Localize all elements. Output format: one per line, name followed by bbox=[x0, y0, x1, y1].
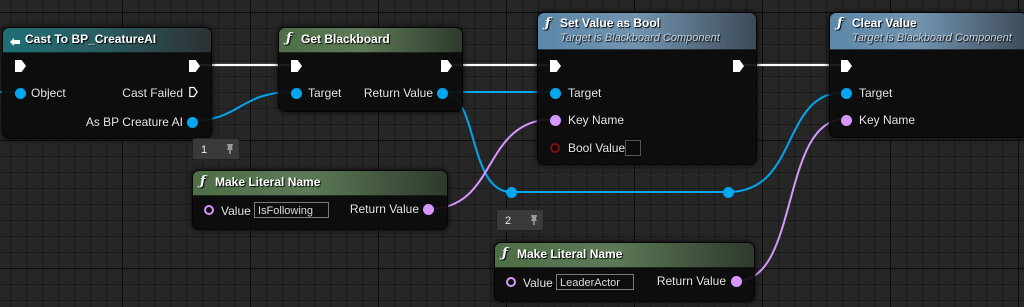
set-value-target-label: Target bbox=[568, 86, 602, 100]
make-literal-name-node-1[interactable]: ƒ Make Literal Name Value IsFollowing Re… bbox=[192, 170, 448, 230]
pin-icon bbox=[531, 215, 537, 225]
make-literal-1-return-label: Return Value bbox=[349, 202, 419, 216]
clear-value-exec-in-pin[interactable] bbox=[841, 60, 852, 72]
set-value-title: Set Value as Bool bbox=[560, 16, 661, 30]
cast-exec-out-pin[interactable] bbox=[189, 60, 200, 72]
make-literal-1-header[interactable]: ƒ Make Literal Name bbox=[193, 171, 447, 196]
cast-object-label: Object bbox=[31, 86, 66, 100]
set-value-bool-checkbox[interactable] bbox=[625, 140, 641, 156]
make-literal-1-value-input[interactable]: IsFollowing bbox=[254, 202, 329, 218]
set-value-header[interactable]: ƒ Set Value as Bool Target is Blackboard… bbox=[538, 13, 756, 50]
function-icon: ƒ bbox=[502, 246, 508, 261]
set-value-key-name-label: Key Name bbox=[568, 113, 625, 127]
clear-value-header[interactable]: ƒ Clear Value Target is Blackboard Compo… bbox=[830, 13, 1024, 50]
function-icon: ƒ bbox=[545, 16, 551, 31]
clear-value-key-name-pin[interactable] bbox=[841, 115, 852, 126]
clear-value-subtitle: Target is Blackboard Component bbox=[852, 32, 1012, 44]
reroute-knot-1[interactable] bbox=[506, 187, 517, 198]
make-literal-1-title: Make Literal Name bbox=[215, 175, 321, 189]
get-blackboard-exec-in-pin[interactable] bbox=[291, 60, 302, 72]
make-literal-1-return-pin[interactable] bbox=[423, 204, 434, 215]
function-icon: ƒ bbox=[837, 16, 843, 31]
set-value-as-bool-node[interactable]: ƒ Set Value as Bool Target is Blackboard… bbox=[537, 12, 757, 165]
cast-exec-in-pin[interactable] bbox=[15, 60, 26, 72]
get-blackboard-exec-out-pin[interactable] bbox=[441, 60, 452, 72]
make-literal-2-value-input[interactable]: LeaderActor bbox=[556, 274, 634, 290]
set-value-exec-in-pin[interactable] bbox=[550, 60, 561, 72]
function-icon: ƒ bbox=[286, 31, 292, 46]
set-value-key-name-pin[interactable] bbox=[550, 115, 561, 126]
clear-value-node[interactable]: ƒ Clear Value Target is Blackboard Compo… bbox=[829, 12, 1024, 138]
cast-icon bbox=[9, 33, 21, 46]
reroute-knot-2[interactable] bbox=[723, 187, 734, 198]
node-comment-badge-1[interactable]: 1 bbox=[192, 138, 240, 160]
set-value-subtitle: Target is Blackboard Component bbox=[560, 32, 720, 44]
clear-value-target-label: Target bbox=[859, 86, 893, 100]
get-blackboard-target-pin[interactable] bbox=[291, 88, 302, 99]
get-blackboard-node[interactable]: ƒ Get Blackboard Target Return Value bbox=[278, 27, 463, 112]
make-literal-2-return-label: Return Value bbox=[656, 274, 726, 288]
cast-as-label: As BP Creature AI bbox=[85, 115, 183, 129]
pin-icon bbox=[227, 144, 233, 154]
make-literal-1-value-pin[interactable] bbox=[204, 205, 214, 215]
cast-failed-pin[interactable] bbox=[189, 86, 198, 98]
cast-to-node-title: Cast To BP_CreatureAI bbox=[25, 32, 157, 46]
cast-to-node[interactable]: Cast To BP_CreatureAI Object Cast Failed… bbox=[2, 27, 212, 139]
cast-object-pin[interactable] bbox=[15, 88, 26, 99]
clear-value-key-name-label: Key Name bbox=[859, 113, 916, 127]
cast-as-pin[interactable] bbox=[187, 117, 198, 128]
get-blackboard-return-pin[interactable] bbox=[437, 88, 448, 99]
comment-badge-2-text: 2 bbox=[505, 215, 512, 227]
make-literal-2-header[interactable]: ƒ Make Literal Name bbox=[495, 243, 754, 268]
get-blackboard-header[interactable]: ƒ Get Blackboard bbox=[279, 28, 462, 53]
set-value-bool-value-label: Bool Value bbox=[568, 141, 626, 155]
make-literal-2-value-pin[interactable] bbox=[506, 277, 516, 287]
get-blackboard-title: Get Blackboard bbox=[301, 32, 390, 46]
make-literal-2-return-pin[interactable] bbox=[731, 276, 742, 287]
function-icon: ƒ bbox=[200, 174, 206, 189]
clear-value-target-pin[interactable] bbox=[841, 88, 852, 99]
get-blackboard-return-label: Return Value bbox=[363, 86, 433, 100]
make-literal-1-value-label: Value bbox=[221, 204, 251, 218]
get-blackboard-target-label: Target bbox=[308, 86, 342, 100]
clear-value-title: Clear Value bbox=[852, 16, 917, 30]
cast-failed-label: Cast Failed bbox=[122, 86, 183, 100]
set-value-exec-out-pin[interactable] bbox=[733, 60, 744, 72]
node-comment-badge-2[interactable]: 2 bbox=[496, 209, 544, 231]
comment-badge-1-text: 1 bbox=[201, 144, 208, 156]
set-value-target-pin[interactable] bbox=[550, 88, 561, 99]
set-value-bool-value-pin[interactable] bbox=[550, 143, 560, 153]
make-literal-name-node-2[interactable]: ƒ Make Literal Name Value LeaderActor Re… bbox=[494, 242, 755, 302]
make-literal-2-title: Make Literal Name bbox=[517, 247, 623, 261]
cast-to-node-header[interactable]: Cast To BP_CreatureAI bbox=[3, 28, 211, 53]
make-literal-2-value-label: Value bbox=[523, 276, 553, 290]
